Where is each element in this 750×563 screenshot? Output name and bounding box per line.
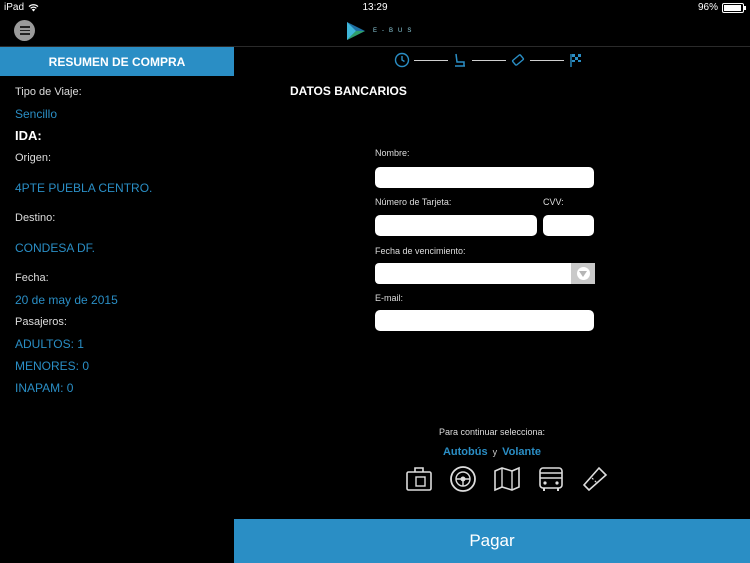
step-connector	[530, 59, 564, 61]
email-input[interactable]	[375, 310, 594, 331]
card-number-input[interactable]	[375, 215, 537, 236]
destination-label: Destino:	[15, 212, 56, 224]
trip-type-value: Sencillo	[15, 107, 58, 121]
checkered-flag-icon[interactable]	[568, 52, 584, 68]
step-connector	[414, 59, 448, 61]
step-connector	[472, 59, 506, 61]
ida-label: IDA:	[15, 128, 42, 143]
steering-wheel-icon[interactable]	[448, 464, 478, 494]
origin-label: Origen:	[15, 152, 52, 164]
expiry-select-field[interactable]	[375, 263, 571, 284]
pay-button[interactable]: Pagar	[234, 519, 750, 563]
expiry-label: Fecha de vencimiento:	[375, 246, 466, 256]
status-bar: iPad 13:29 96%	[0, 0, 750, 16]
inapam-count: INAPAM: 0	[15, 381, 74, 395]
clock-icon[interactable]	[394, 52, 410, 68]
name-input[interactable]	[375, 167, 594, 188]
ticket-icon[interactable]	[580, 464, 610, 494]
continue-options: Autobús y Volante	[234, 446, 750, 458]
destination-value: CONDESA DF.	[15, 241, 96, 255]
expiry-dropdown-button[interactable]	[571, 263, 595, 284]
email-label: E-mail:	[375, 293, 404, 303]
status-time: 13:29	[362, 2, 388, 13]
continue-instruction: Para continuar selecciona:	[438, 427, 546, 437]
hamburger-menu-button[interactable]	[14, 20, 35, 41]
adults-count: ADULTOS: 1	[15, 337, 84, 351]
card-number-label: Número de Tarjeta:	[375, 197, 452, 207]
option-connector: y	[492, 447, 498, 457]
name-label: Nombre:	[375, 148, 410, 158]
option-driver-link[interactable]: Volante	[502, 446, 541, 458]
passengers-label: Pasajeros:	[15, 316, 67, 328]
luggage-icon[interactable]	[404, 464, 434, 494]
option-bus-link[interactable]: Autobús	[443, 446, 488, 458]
map-icon[interactable]	[492, 464, 522, 494]
origin-value: 4PTE PUEBLA CENTRO.	[15, 181, 153, 195]
battery-percent: 96%	[697, 2, 718, 13]
cvv-label: CVV:	[543, 197, 564, 207]
ebus-logo-mark-icon	[347, 22, 365, 40]
logo-text: E-BUS	[373, 28, 417, 34]
date-value: 20 de may de 2015	[15, 293, 118, 307]
ebus-logo: E-BUS	[345, 19, 416, 43]
minors-count: MENORES: 0	[15, 359, 90, 373]
cvv-input[interactable]	[543, 215, 594, 236]
sidebar-title: RESUMEN DE COMPRA	[0, 47, 234, 76]
chevron-down-icon	[579, 270, 587, 277]
ticket-icon[interactable]	[510, 52, 526, 68]
expiry-select[interactable]	[375, 263, 595, 284]
bottom-icon-row	[404, 464, 610, 494]
step-progress	[394, 52, 584, 68]
form-title: DATOS BANCARIOS	[290, 84, 407, 98]
battery-icon	[722, 2, 746, 13]
trip-type-label: Tipo de Viaje:	[15, 86, 82, 98]
seat-icon[interactable]	[452, 52, 468, 68]
date-label: Fecha:	[15, 272, 49, 284]
bus-icon[interactable]	[536, 464, 566, 494]
